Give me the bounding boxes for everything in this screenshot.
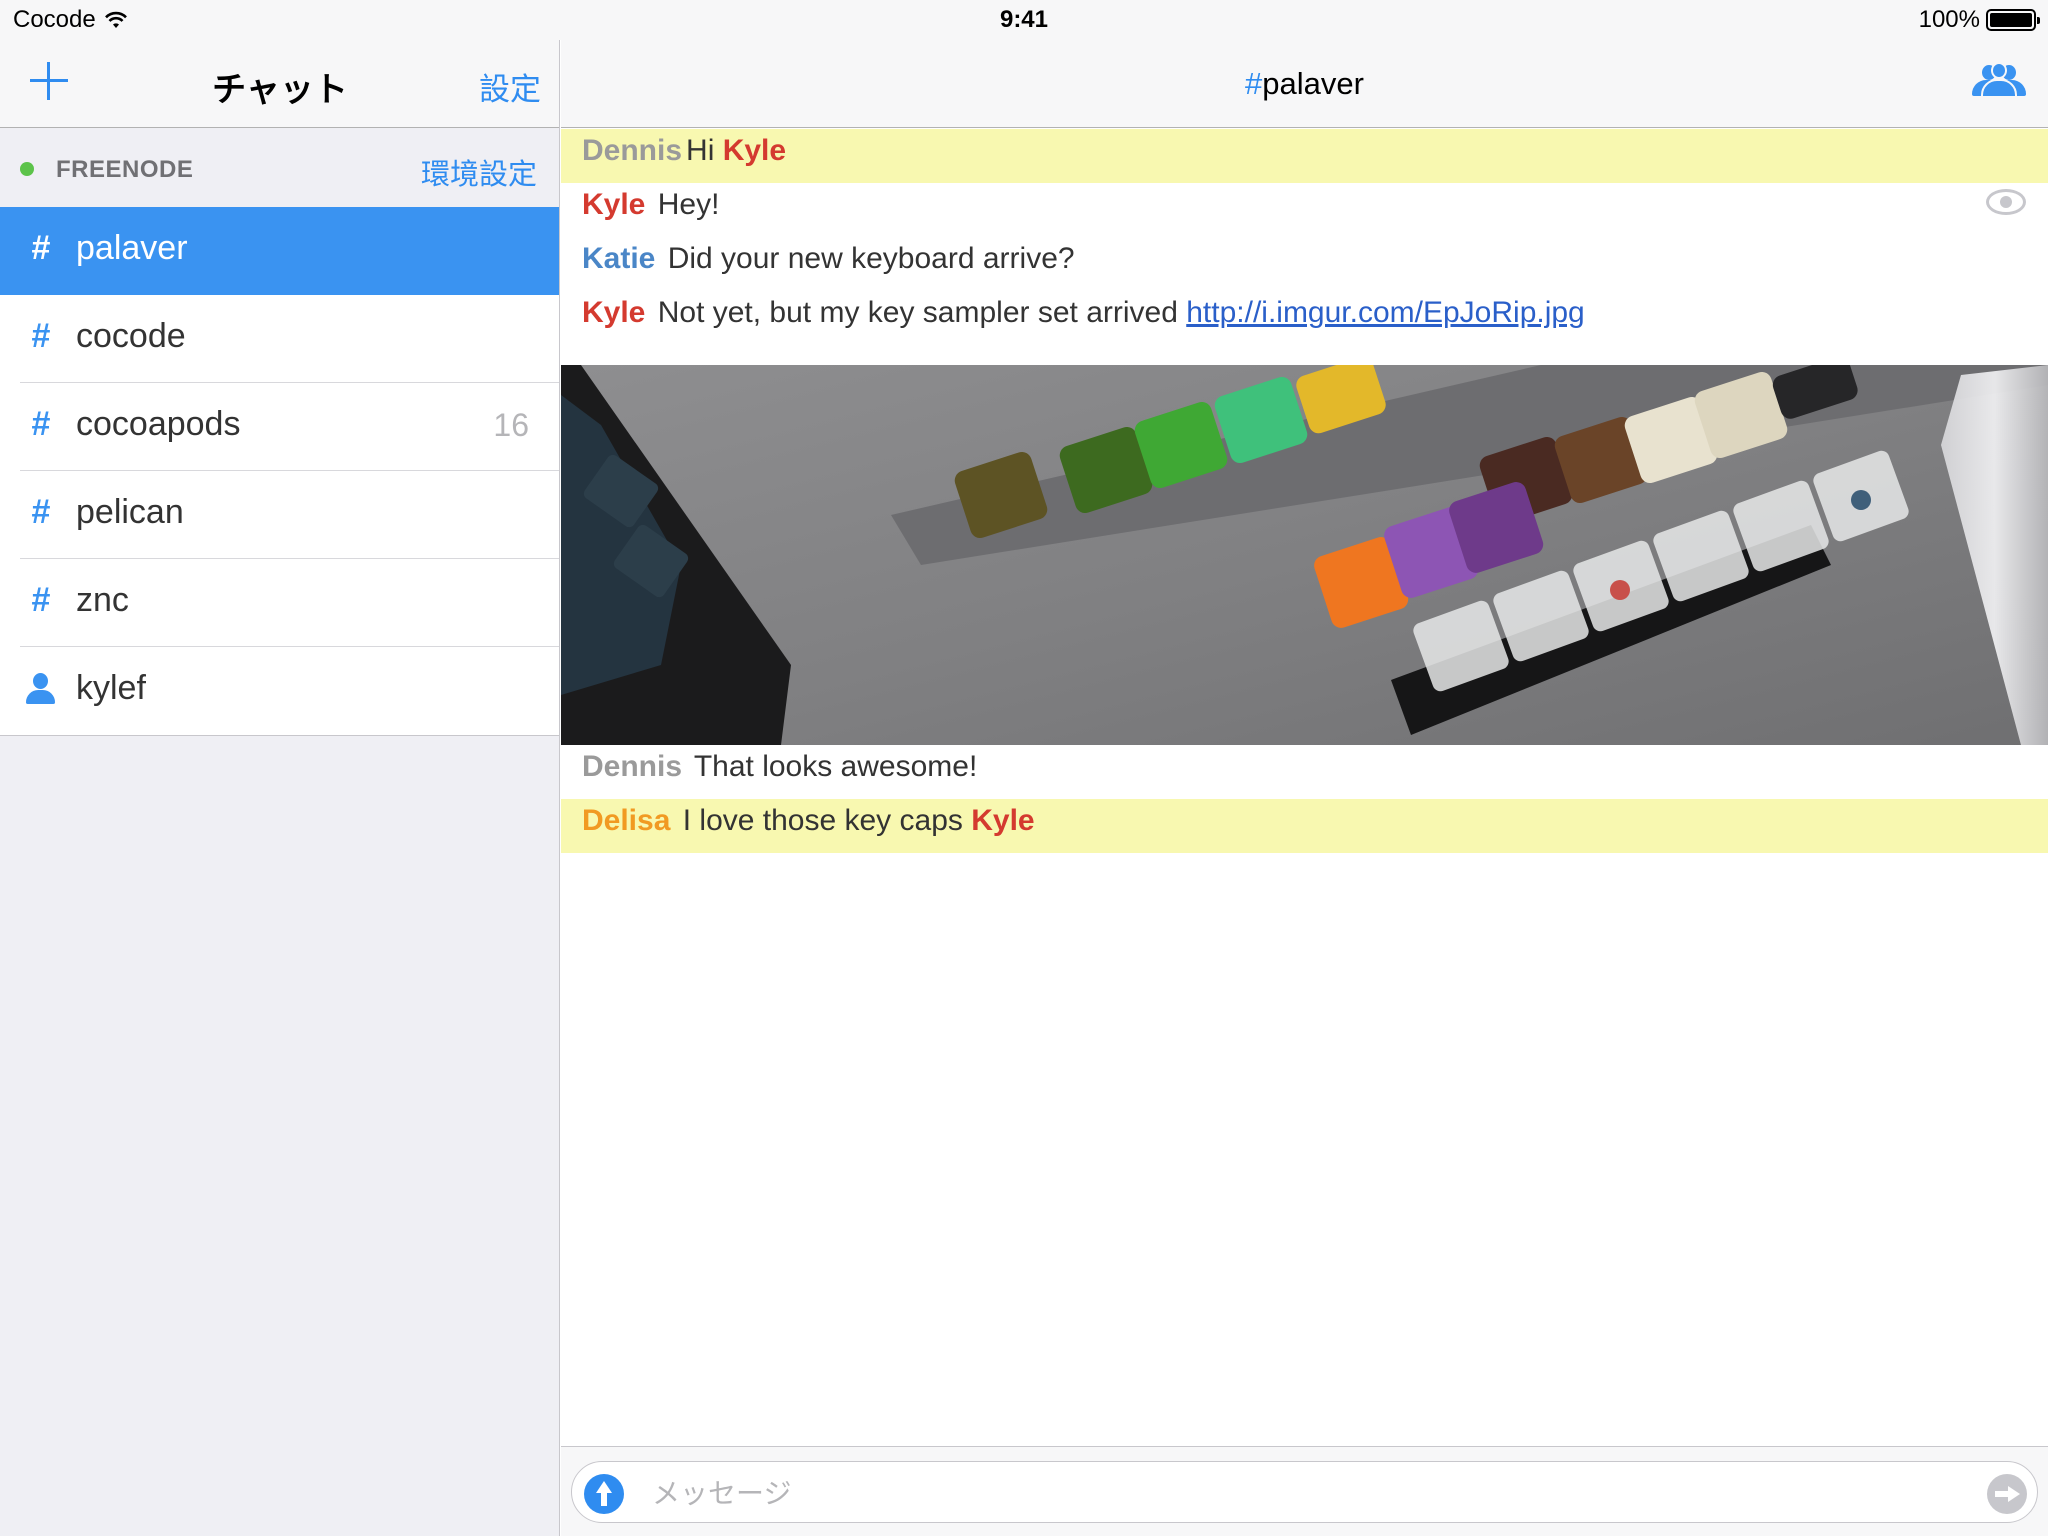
- message-list: Dennis Hi Kyle Kyle Hey! Katie Did your n…: [561, 129, 2048, 345]
- message-mention: Kyle: [971, 804, 1035, 837]
- message-nick[interactable]: Delisa: [582, 804, 670, 837]
- hash-icon: #: [31, 493, 51, 531]
- message-row: Katie Did your new keyboard arrive?: [561, 237, 2048, 291]
- hash-icon: #: [31, 317, 51, 355]
- unread-count-badge: 16: [493, 407, 529, 443]
- channel-label: kylef: [76, 669, 146, 707]
- wifi-icon: [104, 11, 127, 28]
- message-text: That looks awesome!: [693, 750, 978, 783]
- channel-label: cocoapods: [76, 405, 241, 443]
- message-list-continued: Dennis That looks awesome! Delisa I love…: [561, 745, 2048, 853]
- chat-nav-bar: #palaver: [561, 40, 2048, 128]
- sidebar-item-znc[interactable]: # znc: [0, 559, 559, 647]
- chat-view: #palaver Dennis Hi Kyle Kyle Hey! Katie D…: [561, 0, 2048, 1536]
- members-icon[interactable]: [1972, 62, 2026, 102]
- sidebar-item-cocode[interactable]: # cocode: [0, 295, 559, 383]
- battery-icon: [1986, 9, 2040, 31]
- message-row: Kyle Hey!: [561, 183, 2048, 237]
- eye-icon[interactable]: [1986, 189, 2026, 215]
- hash-icon: #: [31, 581, 51, 619]
- message-nick[interactable]: Katie: [582, 242, 655, 275]
- keycap-image-preview[interactable]: [561, 365, 2048, 745]
- sidebar-nav-bar: チャット 設定: [0, 40, 559, 128]
- status-bar: Cocode 9:41 100%: [0, 0, 2048, 40]
- input-bar: [561, 1446, 2048, 1536]
- send-arrow-icon[interactable]: [1987, 1474, 2027, 1514]
- channel-label: znc: [76, 581, 129, 619]
- sidebar: チャット 設定 FREENODE 環境設定 # palaver # cocode…: [0, 0, 560, 1536]
- sidebar-item-cocoapods[interactable]: # cocoapods 16: [0, 383, 559, 471]
- message-nick[interactable]: Kyle: [582, 296, 645, 329]
- channel-label: pelican: [76, 493, 184, 531]
- status-time: 9:41: [999, 6, 1049, 33]
- add-button[interactable]: [28, 60, 70, 102]
- sidebar-item-pelican[interactable]: # pelican: [0, 471, 559, 559]
- upload-arrow-icon[interactable]: [584, 1474, 624, 1514]
- hash-icon: #: [31, 405, 51, 443]
- settings-button[interactable]: 設定: [479, 64, 541, 109]
- sidebar-item-palaver[interactable]: # palaver: [0, 207, 559, 295]
- battery: 100%: [1918, 6, 2040, 34]
- message-link[interactable]: http://i.imgur.com/EpJoRip.jpg: [1186, 296, 1585, 329]
- network-status-dot: [20, 162, 34, 176]
- message-text: Hi: [686, 134, 723, 167]
- message-mention: Kyle: [722, 134, 787, 167]
- channel-label: cocode: [76, 317, 186, 355]
- message-row: Kyle Not yet, but my key sampler set arr…: [561, 291, 2048, 345]
- message-row: Dennis Hi Kyle: [561, 129, 2048, 183]
- sidebar-item-kylef[interactable]: kylef: [0, 647, 559, 735]
- network-header: FREENODE 環境設定: [0, 129, 559, 207]
- keycap-photo: [561, 365, 2048, 745]
- chat-title: #palaver: [561, 66, 2048, 102]
- message-nick[interactable]: Dennis: [582, 134, 682, 167]
- message-input-container: [571, 1461, 2038, 1523]
- message-row: Delisa I love those key caps Kyle: [561, 799, 2048, 853]
- message-text: Not yet, but my key sampler set arrived: [657, 296, 1187, 329]
- chat-title-hash: #: [1245, 66, 1263, 101]
- message-nick[interactable]: Kyle: [582, 188, 645, 221]
- carrier: Cocode: [13, 6, 128, 34]
- message-text: I love those key caps: [682, 804, 972, 837]
- network-prefs-button[interactable]: 環境設定: [421, 151, 537, 193]
- hash-icon: #: [31, 229, 51, 267]
- chat-title-name: palaver: [1262, 66, 1364, 101]
- message-row: Dennis That looks awesome!: [561, 745, 2048, 799]
- sidebar-title: チャット: [212, 71, 348, 109]
- message-nick[interactable]: Dennis: [582, 750, 682, 783]
- message-text: Did your new keyboard arrive?: [667, 242, 1075, 275]
- carrier-name: Cocode: [13, 6, 96, 33]
- user-icon: [24, 673, 56, 707]
- channel-list: # palaver # cocode # cocoapods 16 # peli…: [0, 207, 559, 736]
- channel-label: palaver: [76, 229, 188, 267]
- network-name: FREENODE: [56, 156, 194, 183]
- message-text: Hey!: [657, 188, 720, 221]
- battery-percent: 100%: [1918, 6, 1980, 33]
- message-input[interactable]: [652, 1476, 1932, 1510]
